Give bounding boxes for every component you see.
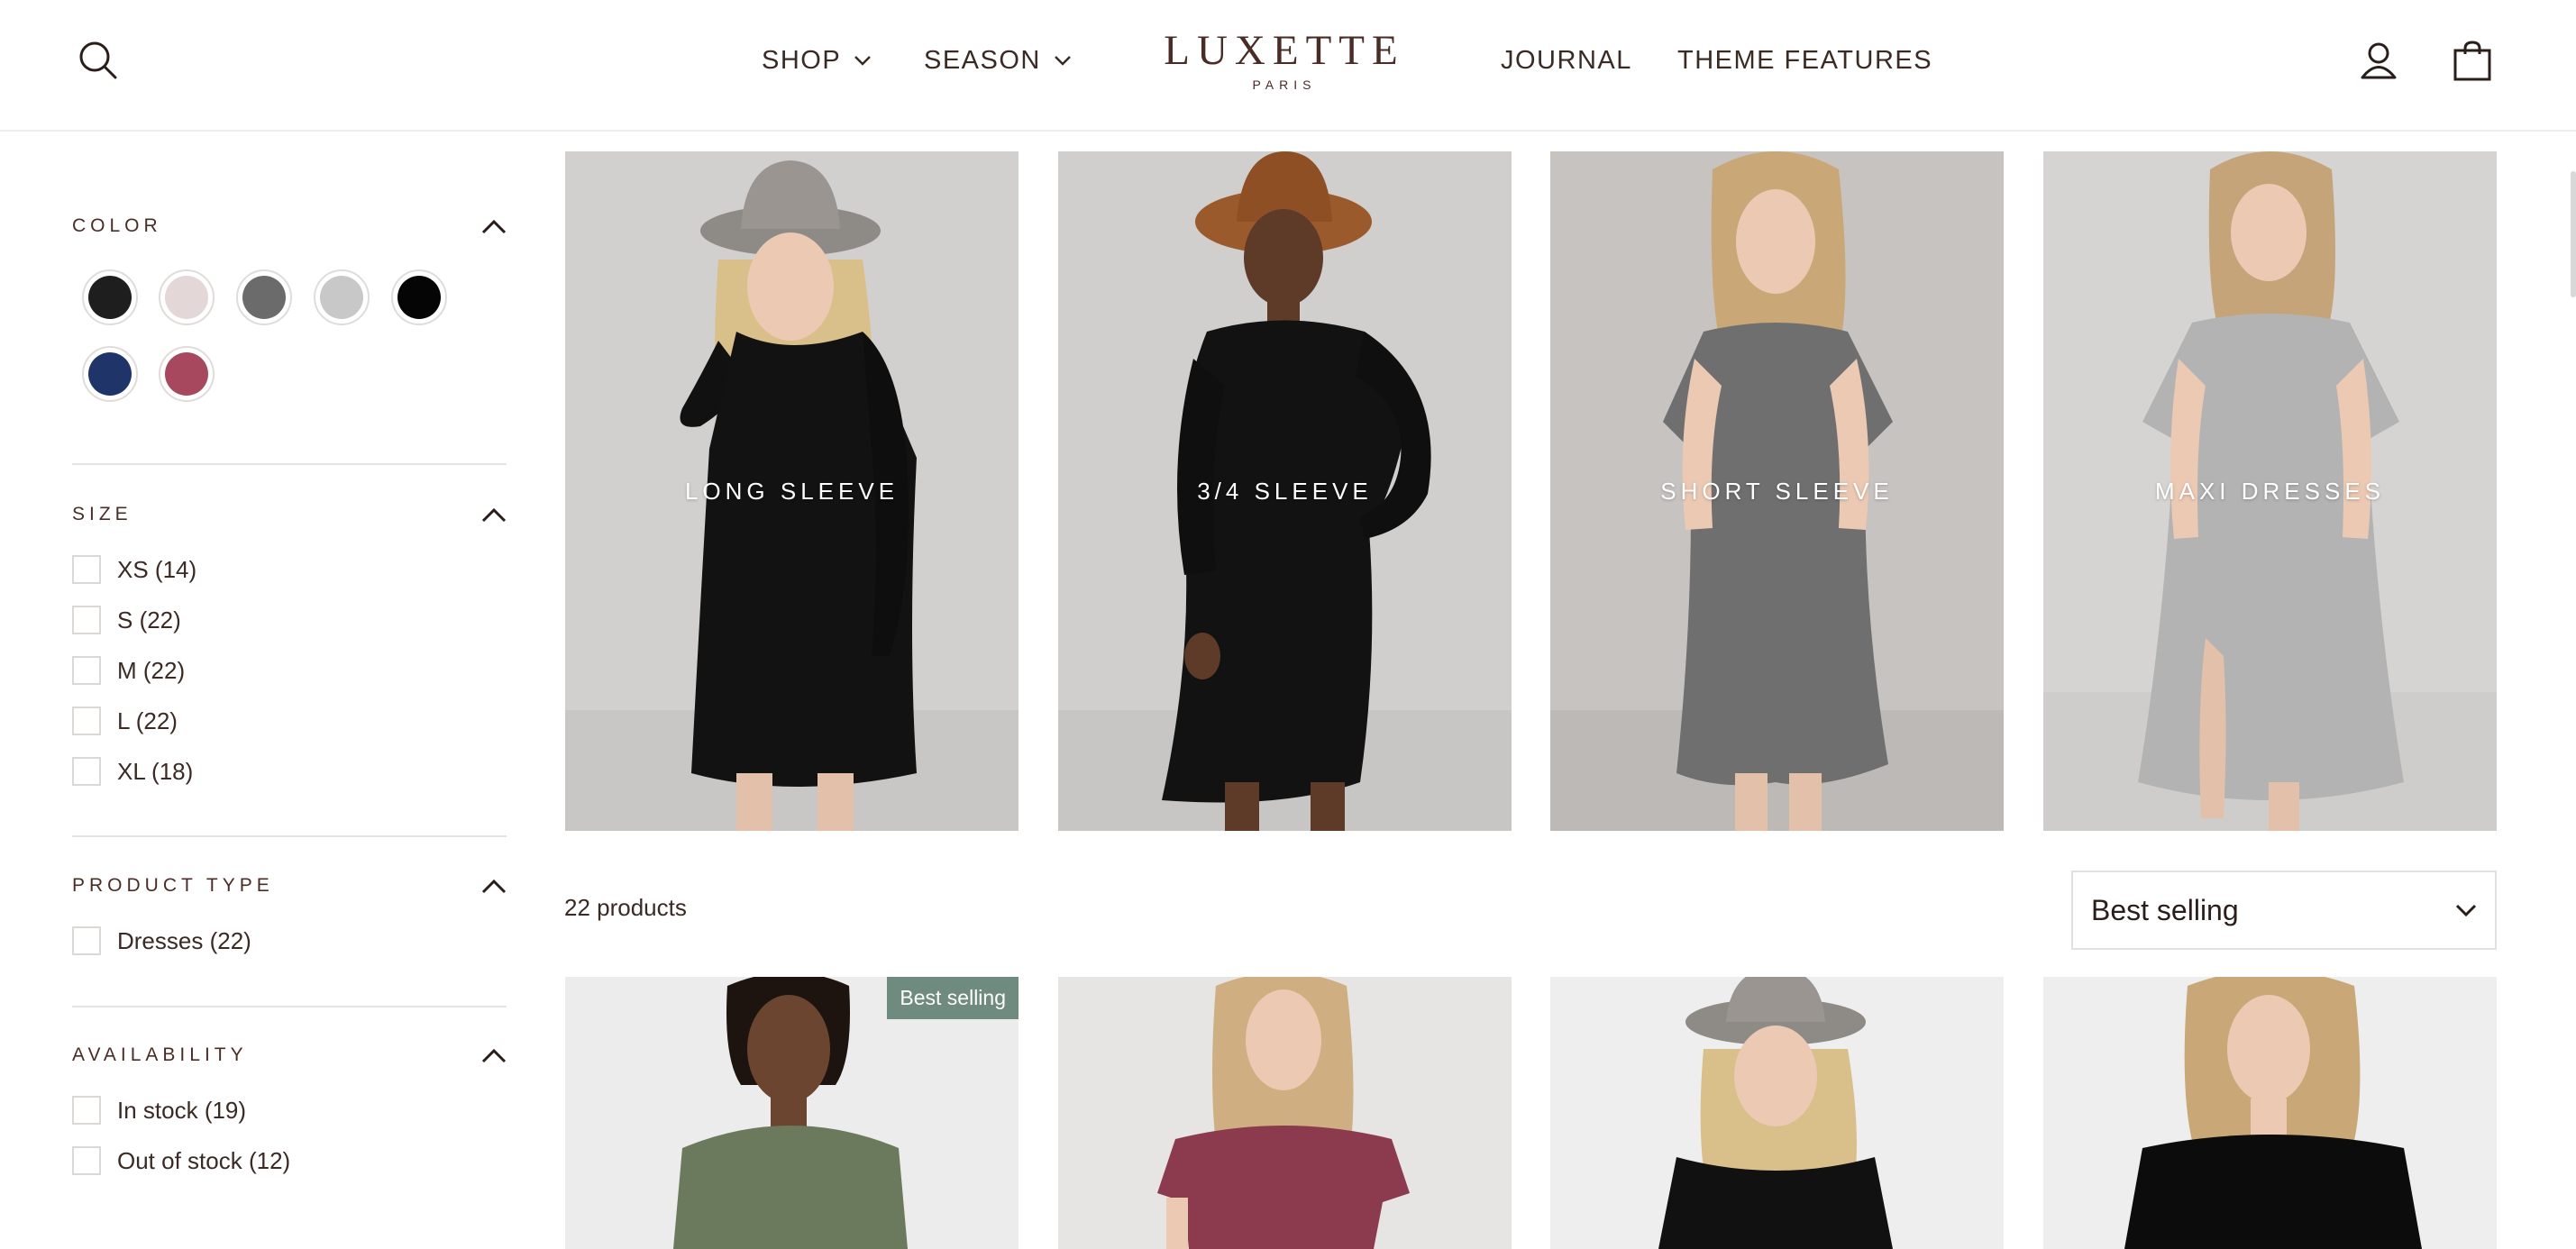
filter-option-xs[interactable]: XS (14): [72, 552, 507, 588]
collection-tile-three-quarter-sleeve[interactable]: 3/4 SLEEVE: [1058, 151, 1512, 831]
logo-subtitle: PARIS: [1252, 77, 1317, 92]
checkbox[interactable]: [72, 757, 101, 786]
chevron-up-icon: [481, 219, 507, 234]
filter-option-label: Out of stock (12): [117, 1146, 291, 1174]
filter-option-label: Dresses (22): [117, 926, 251, 954]
checkbox[interactable]: [72, 707, 101, 735]
color-swatch-heather-grey[interactable]: [314, 269, 370, 325]
logo-wordmark: LUXETTE: [1164, 27, 1405, 74]
color-swatch-blush[interactable]: [159, 269, 215, 325]
filter-option-label: S (22): [117, 606, 181, 634]
color-swatch-fill: [165, 276, 208, 319]
product-count: 22 products: [564, 894, 687, 921]
page-scrollbar[interactable]: [2571, 171, 2576, 297]
color-swatch-fill: [320, 276, 363, 319]
collection-tile-short-sleeve[interactable]: SHORT SLEEVE: [1550, 151, 2004, 831]
nav-shop[interactable]: SHOP: [762, 41, 872, 79]
filter-option-in-stock[interactable]: In stock (19): [72, 1092, 507, 1128]
collection-tile-label: SHORT SLEEVE: [1660, 478, 1894, 505]
filter-option-label: XS (14): [117, 555, 197, 583]
checkbox[interactable]: [72, 1096, 101, 1125]
color-swatch-fill: [165, 352, 208, 396]
filter-product-type-toggle[interactable]: PRODUCT TYPE: [72, 871, 507, 901]
filter-divider: [72, 463, 507, 465]
color-swatch-berry[interactable]: [159, 346, 215, 402]
filter-option-label: In stock (19): [117, 1096, 247, 1124]
filter-option-s[interactable]: S (22): [72, 602, 507, 638]
product-card[interactable]: Best selling: [565, 977, 1019, 1249]
collection-tile-label: LONG SLEEVE: [684, 478, 900, 505]
collection-tile-label: MAXI DRESSES: [2154, 478, 2386, 505]
product-card[interactable]: [1058, 977, 1512, 1249]
chevron-up-icon: [481, 1048, 507, 1063]
filter-option-dresses[interactable]: Dresses (22): [72, 923, 507, 959]
best-selling-badge: Best selling: [887, 977, 1019, 1019]
product-photo: [1058, 977, 1512, 1249]
chevron-up-icon: [481, 507, 507, 523]
filter-size: SIZE XS (14) S (22) M (22) L (22) XL (18…: [72, 499, 507, 789]
filter-divider: [72, 835, 507, 837]
filter-option-out-of-stock[interactable]: Out of stock (12): [72, 1143, 507, 1179]
collection-tile-label: 3/4 SLEEVE: [1197, 478, 1373, 505]
collection-tile-long-sleeve[interactable]: LONG SLEEVE: [565, 151, 1019, 831]
color-swatch-black[interactable]: [82, 269, 138, 325]
filter-option-m[interactable]: M (22): [72, 652, 507, 688]
site-header: SHOP SEASON LUXETTE PARIS JOURNAL THEME …: [0, 0, 2576, 132]
checkbox[interactable]: [72, 606, 101, 634]
color-swatch-fill: [88, 352, 132, 396]
collection-tile-maxi-dresses[interactable]: MAXI DRESSES: [2043, 151, 2497, 831]
color-swatch-charcoal[interactable]: [236, 269, 292, 325]
site-logo[interactable]: LUXETTE PARIS: [1136, 27, 1433, 99]
account-button[interactable]: [2351, 32, 2407, 88]
chevron-up-icon: [481, 879, 507, 894]
product-card[interactable]: [2043, 977, 2497, 1249]
nav-theme-features[interactable]: THEME FEATURES: [1677, 41, 1932, 79]
filter-option-label: L (22): [117, 707, 178, 734]
filter-divider: [72, 1006, 507, 1007]
nav-shop-label: SHOP: [762, 45, 842, 75]
color-swatch-fill: [242, 276, 286, 319]
color-swatch-jet-black[interactable]: [391, 269, 447, 325]
color-swatch-fill: [88, 276, 132, 319]
filter-product-type-title: PRODUCT TYPE: [72, 875, 274, 896]
nav-season[interactable]: SEASON: [924, 41, 1072, 79]
product-photo: [2043, 977, 2497, 1249]
search-button[interactable]: [70, 32, 126, 88]
cart-button[interactable]: [2444, 32, 2500, 88]
filter-size-title: SIZE: [72, 504, 132, 524]
chevron-down-icon: [2455, 904, 2477, 916]
color-swatch-fill: [397, 276, 441, 319]
checkbox[interactable]: [72, 1146, 101, 1175]
product-card[interactable]: [1550, 977, 2004, 1249]
filter-availability: AVAILABILITY In stock (19) Out of stock …: [72, 1040, 507, 1179]
product-photo: [1550, 977, 2004, 1249]
nav-journal-label: JOURNAL: [1501, 45, 1632, 75]
nav-season-label: SEASON: [924, 45, 1041, 75]
checkbox[interactable]: [72, 656, 101, 685]
checkbox[interactable]: [72, 555, 101, 584]
chevron-down-icon: [854, 56, 872, 66]
sort-dropdown[interactable]: Best selling: [2071, 871, 2497, 950]
filter-color-toggle[interactable]: COLOR: [72, 211, 507, 242]
filter-size-toggle[interactable]: SIZE: [72, 499, 507, 530]
filter-option-label: XL (18): [117, 757, 194, 785]
filter-option-xl[interactable]: XL (18): [72, 753, 507, 789]
filter-availability-toggle[interactable]: AVAILABILITY: [72, 1040, 507, 1071]
user-icon: [2361, 42, 2397, 79]
filter-option-label: M (22): [117, 656, 186, 684]
filter-color: COLOR: [72, 211, 507, 242]
search-icon: [79, 41, 117, 79]
chevron-down-icon: [1054, 56, 1071, 66]
filter-product-type: PRODUCT TYPE Dresses (22): [72, 871, 507, 959]
nav-journal[interactable]: JOURNAL: [1501, 41, 1632, 79]
filter-availability-title: AVAILABILITY: [72, 1044, 248, 1065]
filter-color-title: COLOR: [72, 215, 162, 236]
checkbox[interactable]: [72, 926, 101, 955]
nav-theme-features-label: THEME FEATURES: [1677, 45, 1933, 75]
shopping-bag-icon: [2453, 41, 2491, 81]
sort-value: Best selling: [2091, 893, 2239, 926]
color-swatch-navy[interactable]: [82, 346, 138, 402]
filter-option-l[interactable]: L (22): [72, 703, 507, 739]
